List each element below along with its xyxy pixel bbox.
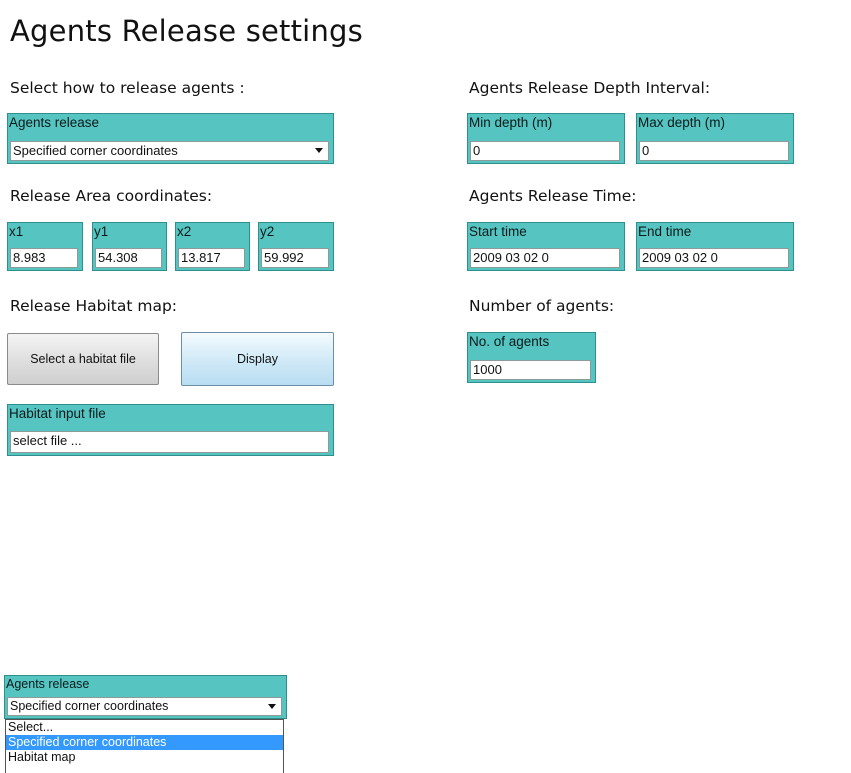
dropdown-option-specified-corner-coordinates[interactable]: Specified corner coordinates: [6, 735, 283, 750]
release-area-label: Release Area coordinates:: [10, 187, 213, 205]
chevron-down-icon[interactable]: [315, 148, 323, 153]
coord-y2-field: y2 59.992: [258, 222, 334, 271]
coord-x1-input[interactable]: 8.983: [10, 248, 78, 268]
dropdown-preview-selected-value: Specified corner coordinates: [10, 699, 169, 713]
coord-x2-field: x2 13.817: [175, 222, 250, 271]
agents-release-field: Agents release Specified corner coordina…: [7, 113, 334, 164]
coord-y1-field: y1 54.308: [92, 222, 167, 271]
start-time-input[interactable]: 2009 03 02 0: [470, 248, 620, 268]
habitat-input-field: Habitat input file select file ...: [7, 404, 334, 456]
coord-y2-caption: y2: [260, 224, 275, 239]
coord-y1-input[interactable]: 54.308: [95, 248, 162, 268]
release-depth-label: Agents Release Depth Interval:: [469, 79, 711, 97]
agents-release-caption: Agents release: [9, 115, 100, 130]
coord-x1-field: x1 8.983: [7, 222, 83, 271]
agents-release-select[interactable]: Specified corner coordinates: [10, 141, 329, 161]
dropdown-option-habitat-map[interactable]: Habitat map: [6, 750, 283, 765]
min-depth-caption: Min depth (m): [469, 115, 553, 130]
coord-x1-caption: x1: [9, 224, 24, 239]
dropdown-preview-caption: Agents release: [6, 677, 90, 691]
dropdown-option-select[interactable]: Select...: [6, 720, 283, 735]
number-of-agents-label: Number of agents:: [469, 297, 615, 315]
start-time-field: Start time 2009 03 02 0: [467, 222, 625, 271]
num-agents-caption: No. of agents: [469, 334, 550, 349]
max-depth-input[interactable]: 0: [639, 141, 789, 161]
chevron-down-icon[interactable]: [268, 704, 276, 709]
coord-y2-input[interactable]: 59.992: [261, 248, 329, 268]
release-time-label: Agents Release Time:: [469, 187, 637, 205]
coord-y1-caption: y1: [94, 224, 109, 239]
min-depth-field: Min depth (m) 0: [467, 113, 625, 164]
dropdown-options-list: Select... Specified corner coordinates H…: [5, 719, 284, 773]
select-habitat-file-button[interactable]: Select a habitat file: [7, 333, 159, 385]
end-time-field: End time 2009 03 02 0: [636, 222, 794, 271]
end-time-input[interactable]: 2009 03 02 0: [639, 248, 789, 268]
display-button-label: Display: [237, 352, 278, 366]
num-agents-input[interactable]: 1000: [470, 360, 591, 380]
release-method-label: Select how to release agents :: [10, 79, 245, 97]
habitat-input-caption: Habitat input file: [9, 406, 106, 421]
select-habitat-file-label: Select a habitat file: [30, 352, 136, 366]
coord-x2-caption: x2: [177, 224, 192, 239]
end-time-caption: End time: [638, 224, 692, 239]
agents-release-dropdown-preview: Agents release Specified corner coordina…: [4, 675, 287, 719]
release-habitat-label: Release Habitat map:: [10, 297, 178, 315]
coord-x2-input[interactable]: 13.817: [178, 248, 245, 268]
num-agents-field: No. of agents 1000: [467, 332, 596, 383]
max-depth-field: Max depth (m) 0: [636, 113, 794, 164]
habitat-input-path[interactable]: select file ...: [10, 431, 329, 453]
max-depth-caption: Max depth (m): [638, 115, 726, 130]
start-time-caption: Start time: [469, 224, 527, 239]
agents-release-selected-value: Specified corner coordinates: [13, 143, 178, 158]
display-button[interactable]: Display: [181, 332, 334, 386]
min-depth-input[interactable]: 0: [470, 141, 620, 161]
page-title: Agents Release settings: [10, 14, 363, 48]
dropdown-preview-select[interactable]: Specified corner coordinates: [7, 697, 282, 716]
